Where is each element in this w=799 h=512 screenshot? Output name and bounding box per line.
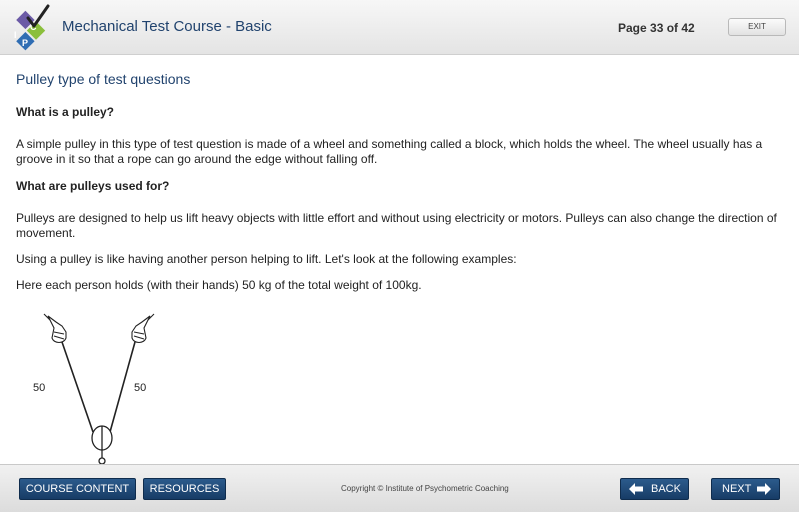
pulley-wheel-icon [91, 425, 113, 464]
resources-button[interactable]: RESOURCES [143, 478, 226, 500]
page-indicator: Page 33 of 42 [618, 21, 695, 35]
logo-letter-p: P [22, 38, 28, 48]
app-window: I P C Mechanical Test Course - Basic Pag… [0, 0, 799, 512]
right-hand-icon [131, 313, 155, 344]
paragraph-pulley-definition: A simple pulley in this type of test que… [16, 137, 763, 166]
back-button[interactable]: BACK [620, 478, 689, 500]
heading-pulley-uses: What are pulleys used for? [16, 179, 170, 193]
next-button-label: NEXT [722, 483, 752, 495]
paragraph-example-intro: Here each person holds (with their hands… [16, 278, 422, 292]
course-content-button[interactable]: COURSE CONTENT [19, 478, 136, 500]
paragraph-pulley-uses: Pulleys are designed to help us lift hea… [16, 211, 777, 240]
course-title: Mechanical Test Course - Basic [62, 18, 272, 35]
back-button-label: BACK [651, 483, 681, 495]
arrow-left-icon [629, 483, 643, 495]
left-hand-icon [43, 313, 67, 344]
header-bar: I P C Mechanical Test Course - Basic Pag… [0, 0, 799, 55]
heading-what-is-pulley: What is a pulley? [16, 105, 115, 119]
next-button[interactable]: NEXT [711, 478, 780, 500]
footer-bar: COURSE CONTENT RESOURCES Copyright © Ins… [0, 464, 799, 512]
copyright-text: Copyright © Institute of Psychometric Co… [341, 484, 509, 493]
paragraph-pulley-analogy: Using a pulley is like having another pe… [16, 252, 517, 266]
arrow-right-icon [757, 483, 771, 495]
lesson-content: Pulley type of test questions What is a … [16, 56, 786, 464]
ipc-logo-icon: I P C [14, 4, 50, 51]
section-title: Pulley type of test questions [16, 71, 191, 87]
logo-letter-i: I [14, 30, 17, 40]
left-weight-label: 50 [33, 382, 46, 394]
right-weight-label: 50 [134, 382, 147, 394]
exit-button[interactable]: EXIT [728, 18, 786, 36]
pulley-diagram [43, 313, 155, 464]
